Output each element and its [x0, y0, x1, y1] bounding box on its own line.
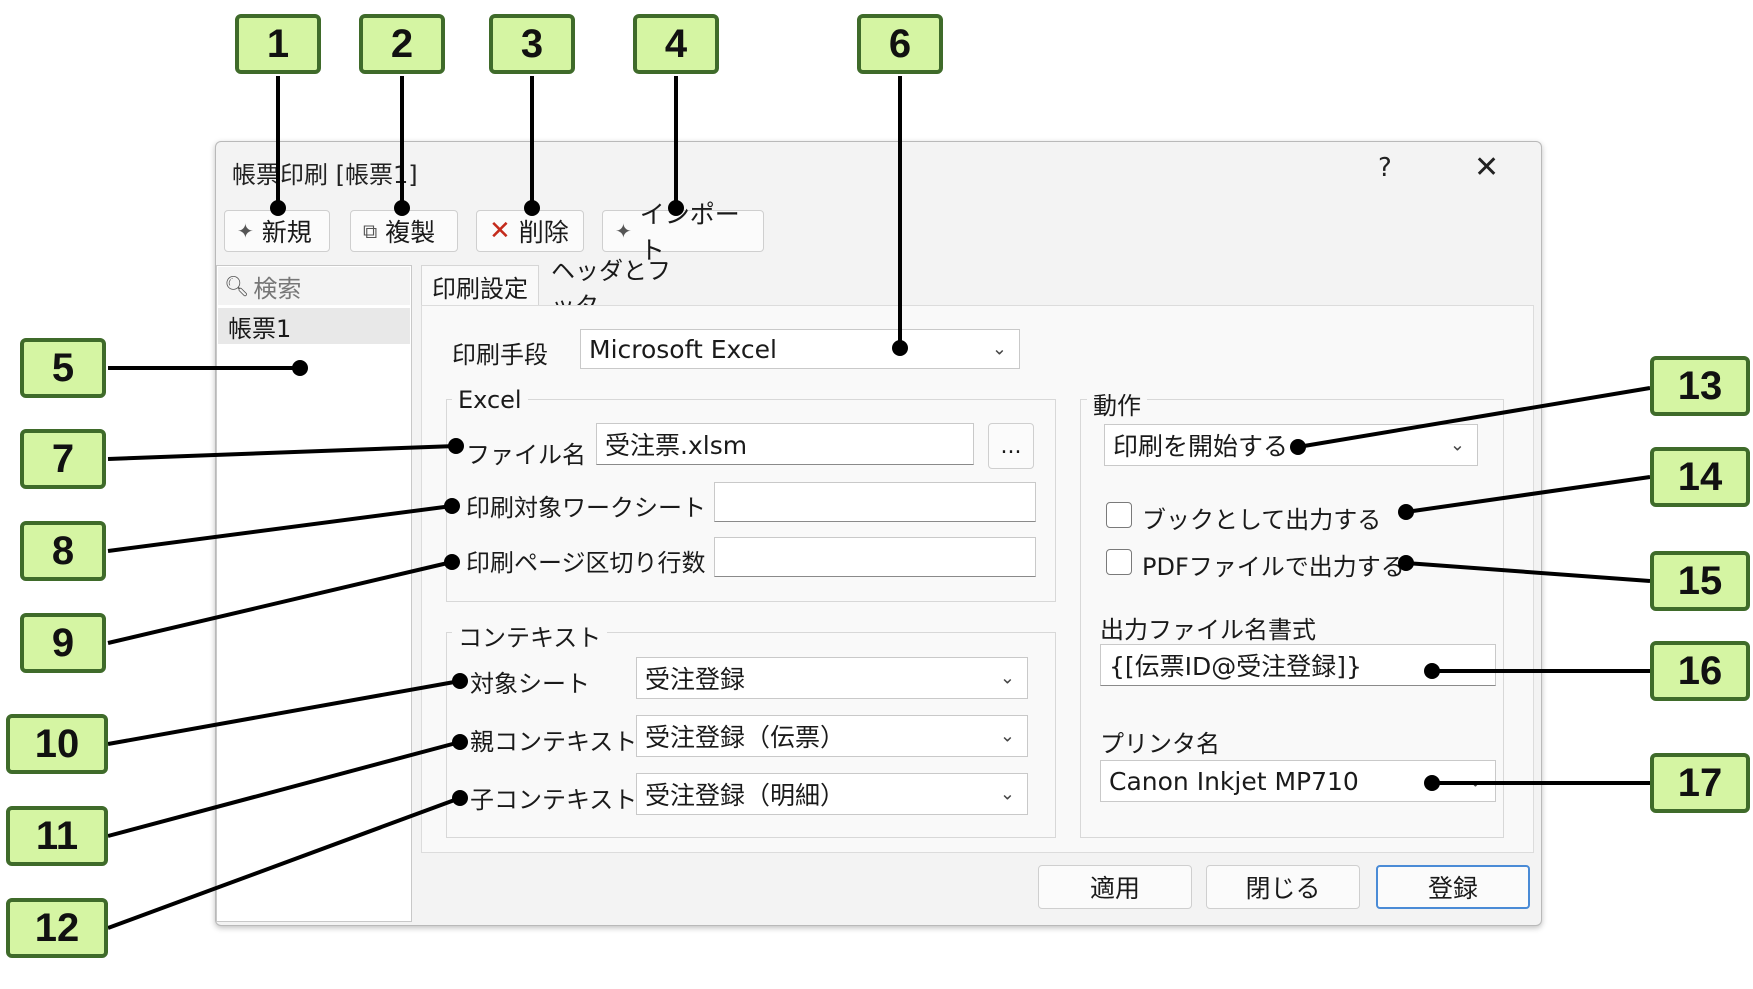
callout-15: 15: [1650, 551, 1750, 611]
callout-12: 12: [6, 898, 108, 958]
callout-16: 16: [1650, 641, 1750, 701]
callout-2: 2: [359, 14, 445, 74]
callout-8: 8: [20, 521, 106, 581]
callout-5: 5: [20, 338, 106, 398]
callout-17: 17: [1650, 753, 1750, 813]
callout-1: 1: [235, 14, 321, 74]
callout-10: 10: [6, 714, 108, 774]
callout-7: 7: [20, 429, 106, 489]
callout-11: 11: [6, 806, 108, 866]
callout-lines: [107, 76, 1651, 930]
callout-14: 14: [1650, 447, 1750, 507]
callout-4: 4: [633, 14, 719, 74]
callout-3: 3: [489, 14, 575, 74]
callout-6: 6: [857, 14, 943, 74]
callout-13: 13: [1650, 356, 1750, 416]
callout-9: 9: [20, 613, 106, 673]
